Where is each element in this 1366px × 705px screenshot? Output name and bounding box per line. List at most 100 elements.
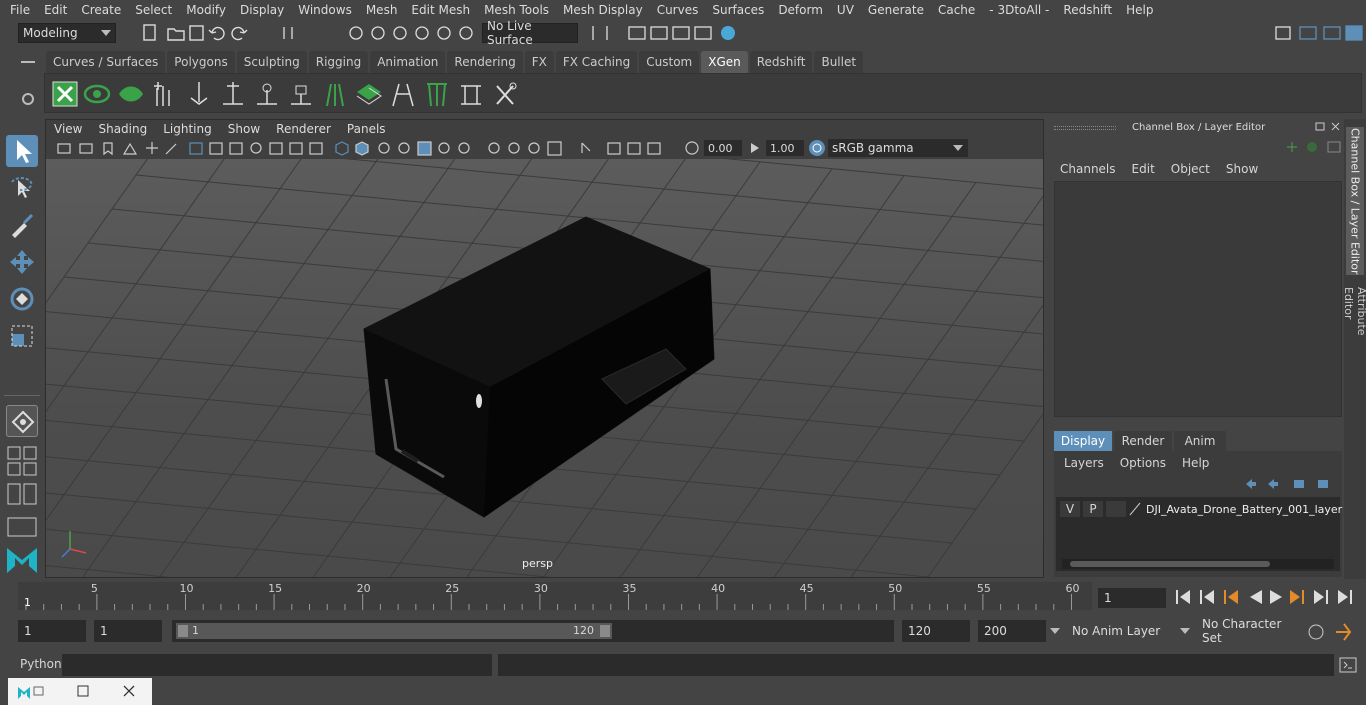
panel-window-controls[interactable] [1314, 121, 1344, 133]
battery-mesh[interactable] [363, 216, 715, 518]
menu-help[interactable]: Help [1126, 3, 1153, 17]
menu-cache[interactable]: Cache [938, 3, 975, 17]
mode-dropdown[interactable]: Modeling [18, 23, 116, 43]
end-frame-field[interactable]: 200 [978, 620, 1046, 642]
exposure-field[interactable]: 0.00 [704, 140, 742, 156]
menu-deform[interactable]: Deform [778, 3, 823, 17]
viewport-menu-show[interactable]: Show [228, 122, 260, 136]
menu-surfaces[interactable]: Surfaces [712, 3, 764, 17]
layer-visibility-toggle[interactable]: V [1060, 501, 1080, 517]
cut-guide-icon[interactable] [457, 80, 485, 108]
menu-mesh-tools[interactable]: Mesh Tools [484, 3, 549, 17]
range-slider[interactable]: 1 120 [172, 620, 894, 642]
gear-icon[interactable] [22, 93, 34, 105]
add-guide-icon[interactable] [151, 80, 179, 108]
command-input[interactable] [62, 654, 492, 676]
menu-mesh-display[interactable]: Mesh Display [563, 3, 643, 17]
paint-select-tool[interactable] [6, 209, 38, 241]
playback-controls[interactable] [1172, 586, 1362, 608]
menu-generate[interactable]: Generate [868, 3, 924, 17]
menu-curves[interactable]: Curves [657, 3, 699, 17]
viewport-toolbar-icons[interactable] [54, 140, 714, 157]
grid-paint-icon[interactable] [355, 80, 383, 108]
tab-polygons[interactable]: Polygons [167, 51, 235, 73]
playback-start-field[interactable]: 1 [94, 620, 162, 642]
menu-edit[interactable]: Edit [44, 3, 67, 17]
comb-guide-icon[interactable] [321, 80, 349, 108]
help-menu[interactable]: Help [1182, 456, 1209, 470]
gamma-field[interactable]: 1.00 [766, 140, 804, 156]
tab-rigging[interactable]: Rigging [308, 51, 369, 73]
menu-select[interactable]: Select [135, 3, 172, 17]
tab-xgen[interactable]: XGen [701, 51, 748, 73]
range-end-grip[interactable] [600, 625, 610, 637]
scrollbar-thumb[interactable] [1070, 561, 1270, 567]
layer-action-icons[interactable] [1242, 477, 1338, 491]
character-set-dropdown[interactable]: No Character Set [1196, 617, 1300, 645]
range-start-grip[interactable] [178, 625, 188, 637]
menu-mesh[interactable]: Mesh [366, 3, 398, 17]
viewport-canvas[interactable]: persp [46, 159, 1043, 577]
move-tool[interactable] [6, 246, 38, 278]
guide-length-icon[interactable] [253, 80, 281, 108]
menu-uv[interactable]: UV [837, 3, 854, 17]
select-guide-icon[interactable] [185, 80, 213, 108]
viewport-menu-view[interactable]: View [54, 122, 82, 136]
color-space-dropdown[interactable]: sRGB gamma [828, 139, 968, 157]
viewport-menu-renderer[interactable]: Renderer [276, 122, 331, 136]
script-editor-icon[interactable] [1338, 656, 1358, 674]
tab-anim[interactable]: Anim [1174, 431, 1226, 451]
show-manipulator-tool[interactable] [6, 405, 38, 437]
side-tab-channel-box[interactable]: Channel Box / Layer Editor [1346, 127, 1364, 275]
viewport-menu-lighting[interactable]: Lighting [163, 122, 212, 136]
anim-layer-dropdown[interactable]: No Anim Layer [1066, 620, 1176, 642]
playback-end-field[interactable]: 120 [902, 620, 970, 642]
layer-playback-toggle[interactable]: P [1083, 501, 1103, 517]
channel-box-option-icons[interactable] [1284, 139, 1344, 155]
layer-display-type[interactable] [1106, 501, 1126, 517]
current-frame-field[interactable]: 1 [1098, 588, 1166, 608]
edit-menu[interactable]: Edit [1132, 162, 1155, 176]
layers-menu[interactable]: Layers [1064, 456, 1104, 470]
rotate-tool[interactable] [6, 283, 38, 315]
add-cv-icon[interactable] [219, 80, 247, 108]
select-tool[interactable] [6, 135, 38, 167]
xgen-fx-icon[interactable] [491, 80, 519, 108]
menu-display[interactable]: Display [240, 3, 284, 17]
xgen-leaf-icon[interactable] [117, 80, 145, 108]
live-surface-field[interactable]: No Live Surface [482, 19, 578, 47]
layer-scrollbar[interactable] [1062, 559, 1334, 569]
maximize-icon[interactable] [76, 684, 90, 698]
script-language-label[interactable]: Python [20, 657, 62, 671]
show-menu[interactable]: Show [1226, 162, 1258, 176]
layout-two-icon[interactable] [6, 482, 38, 506]
tab-fx-caching[interactable]: FX Caching [555, 51, 638, 73]
layer-color-icon[interactable] [1128, 502, 1142, 516]
color-management-icon[interactable] [808, 139, 826, 157]
options-menu[interactable]: Options [1120, 456, 1166, 470]
clump-guide-icon[interactable] [423, 80, 451, 108]
tab-fx[interactable]: FX [524, 51, 554, 73]
menu-redshift[interactable]: Redshift [1063, 3, 1112, 17]
time-slider[interactable]: 5101520253035404550556065707580859095100… [18, 582, 1345, 610]
tab-display[interactable]: Display [1054, 431, 1112, 451]
shelf-menu-icon[interactable] [21, 61, 35, 63]
close-icon[interactable] [122, 684, 136, 698]
anim-pref-icons[interactable] [1306, 621, 1362, 643]
layout-outliner-icon[interactable] [6, 516, 38, 540]
scale-tool[interactable] [6, 320, 38, 352]
menu-edit-mesh[interactable]: Edit Mesh [411, 3, 470, 17]
menu-file[interactable]: File [10, 3, 30, 17]
tab-animation[interactable]: Animation [370, 51, 446, 73]
chevron-down-icon[interactable] [1180, 628, 1190, 634]
panel-grip[interactable] [1054, 126, 1116, 130]
menu-modify[interactable]: Modify [186, 3, 226, 17]
lasso-tool[interactable] [6, 172, 38, 204]
tab-render[interactable]: Render [1114, 431, 1172, 451]
layout-four-icon[interactable] [6, 445, 38, 477]
tab-sculpting[interactable]: Sculpting [236, 51, 307, 73]
menu-3dtoall[interactable]: - 3DtoAll - [989, 3, 1049, 17]
xgen-preview-icon[interactable] [83, 80, 111, 108]
xgen-editor-icon[interactable] [51, 80, 79, 108]
layer-row[interactable]: V P DJI_Avata_Drone_Battery_001_layer [1056, 500, 1342, 518]
